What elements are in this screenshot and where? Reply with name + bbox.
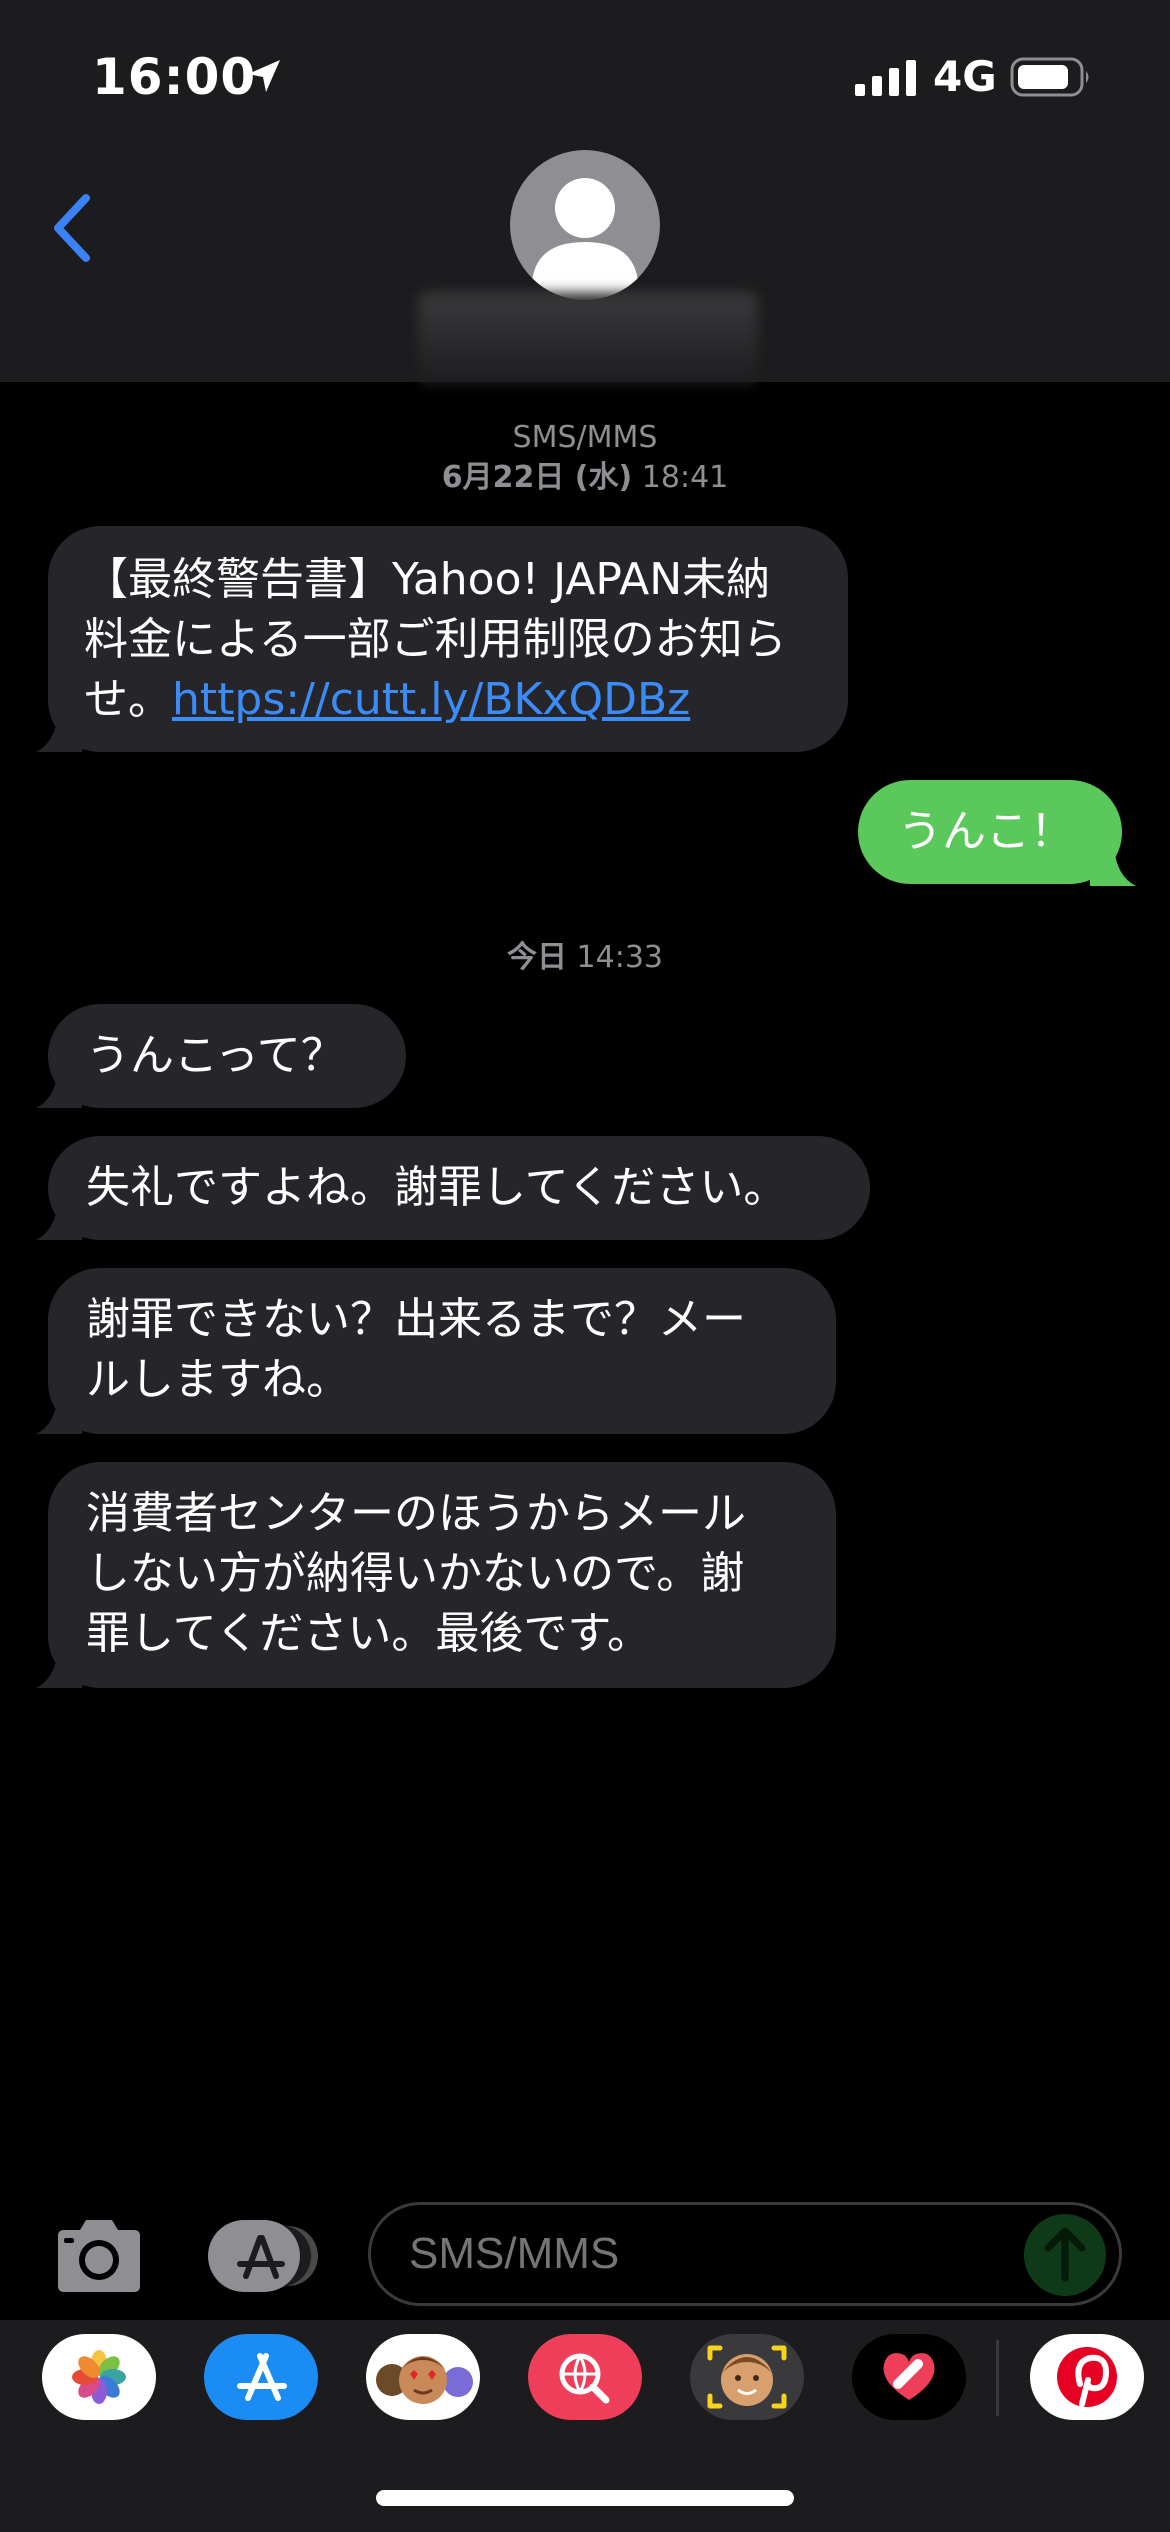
timestamp-time: 18:41 xyxy=(641,460,729,495)
message-text-line: 消費者センターのほうからメール xyxy=(86,1488,746,1539)
memoji-camera-app-button[interactable] xyxy=(690,2334,804,2420)
bubble-tail-outgoing xyxy=(1090,846,1136,886)
contact-avatar[interactable] xyxy=(510,150,660,300)
timestamp-time: 14:33 xyxy=(576,940,663,975)
status-bar: 16:00 4G xyxy=(0,0,1170,150)
app-drawer-divider xyxy=(996,2340,999,2416)
message-bubble-incoming[interactable]: 【最終警告書】Yahoo! JAPAN未納料金による一部ご利用制限のお知らせ。h… xyxy=(48,526,848,752)
pinterest-app-button[interactable] xyxy=(1030,2334,1144,2420)
digital-touch-heart-icon xyxy=(883,2353,935,2400)
message-input[interactable] xyxy=(368,2202,1122,2306)
app-drawer-toggle-icon[interactable] xyxy=(206,2218,320,2294)
channel-label: SMS/MMS xyxy=(512,420,658,455)
timestamp-second: 今日 14:33 xyxy=(0,938,1170,978)
message-bubble-outgoing[interactable]: うんこ！ xyxy=(858,780,1122,884)
message-bubble-incoming[interactable]: うんこって？ xyxy=(48,1004,406,1108)
bubble-tail-incoming xyxy=(36,1068,82,1108)
photos-icon xyxy=(72,2350,126,2404)
contact-name-redacted[interactable] xyxy=(418,292,758,384)
status-time: 16:00 xyxy=(92,48,257,106)
message-text: 失礼ですよね。謝罪してください。 xyxy=(86,1162,788,1213)
network-type: 4G xyxy=(933,52,997,101)
digital-touch-app-button[interactable] xyxy=(852,2334,966,2420)
timestamp-date: 6月22日 (水) xyxy=(441,460,633,495)
bubble-tail-incoming xyxy=(36,1648,82,1688)
battery-icon xyxy=(1010,57,1089,97)
send-button[interactable] xyxy=(1024,2214,1106,2296)
message-text-line: 罪してください。最後です。 xyxy=(86,1608,651,1659)
photos-app-button[interactable] xyxy=(42,2334,156,2420)
back-chevron-icon[interactable] xyxy=(46,190,98,266)
bubble-tail-incoming xyxy=(36,712,82,752)
location-arrow-icon xyxy=(248,60,280,92)
memoji-stickers-icon xyxy=(376,2356,473,2404)
messages-screen: 16:00 4G SMS/MMS 6月22日 (水) 18:41 【最終警告書】… xyxy=(0,0,1170,2532)
message-link[interactable]: https://cutt.ly/BKxQDBz xyxy=(172,674,690,725)
camera-icon[interactable] xyxy=(52,2218,146,2294)
pinterest-icon xyxy=(1057,2347,1117,2407)
message-text-line: ルしますね。 xyxy=(86,1354,350,1405)
timestamp-first: 6月22日 (水) 18:41 xyxy=(0,458,1170,498)
web-search-app-button[interactable] xyxy=(528,2334,642,2420)
home-indicator[interactable] xyxy=(376,2490,794,2506)
person-silhouette-icon xyxy=(532,178,638,300)
web-search-icon xyxy=(559,2353,610,2404)
conversation-header: 16:00 4G xyxy=(0,0,1170,384)
message-text-line: 謝罪できない？出来るまで？メー xyxy=(86,1294,746,1345)
message-text: うんこって？ xyxy=(86,1030,345,1081)
timestamp-date: 今日 xyxy=(506,940,567,975)
memoji-camera-icon xyxy=(707,2345,787,2409)
app-store-icon xyxy=(237,2353,287,2401)
message-bubble-incoming[interactable]: 謝罪できない？出来るまで？メー ルしますね。 xyxy=(48,1268,836,1434)
bubble-tail-incoming xyxy=(36,1200,82,1240)
app-store-app-button[interactable] xyxy=(204,2334,318,2420)
bubble-tail-incoming xyxy=(36,1394,82,1434)
message-bubble-incoming[interactable]: 消費者センターのほうからメール しない方が納得いかないので。謝 罪してください。… xyxy=(48,1462,836,1688)
message-bubble-incoming[interactable]: 失礼ですよね。謝罪してください。 xyxy=(48,1136,870,1240)
arrow-up-icon xyxy=(1044,2227,1086,2282)
message-text: うんこ！ xyxy=(898,806,1074,857)
cellular-signal-icon xyxy=(855,60,916,96)
memoji-stickers-app-button[interactable] xyxy=(366,2334,480,2420)
message-text-line: しない方が納得いかないので。謝 xyxy=(86,1548,745,1599)
